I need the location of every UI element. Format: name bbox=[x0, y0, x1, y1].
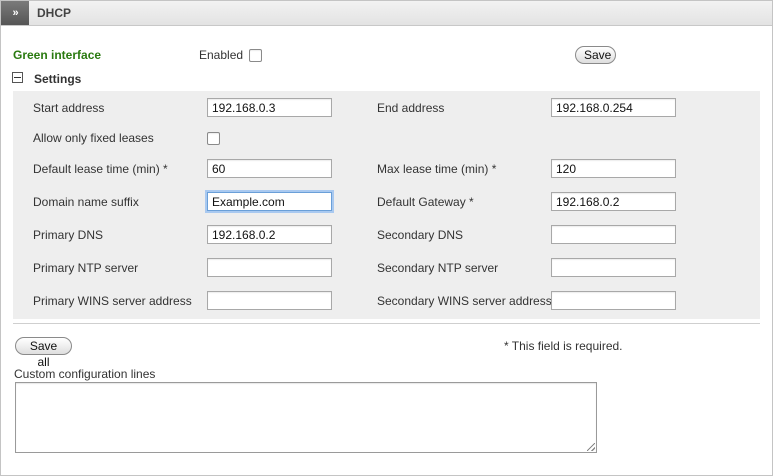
secondary-wins-label: Secondary WINS server address bbox=[377, 294, 552, 308]
collapse-icon[interactable] bbox=[12, 72, 23, 83]
interface-name: Green interface bbox=[13, 48, 102, 62]
save-button[interactable]: Save bbox=[575, 46, 616, 64]
primary-dns-input[interactable] bbox=[207, 225, 332, 244]
max-lease-label: Max lease time (min) * bbox=[377, 162, 497, 176]
section-divider bbox=[13, 323, 760, 324]
start-address-label: Start address bbox=[33, 101, 105, 115]
required-field-note: * This field is required. bbox=[504, 339, 623, 353]
secondary-ntp-input[interactable] bbox=[551, 258, 676, 277]
primary-dns-label: Primary DNS bbox=[33, 228, 104, 242]
settings-section-label: Settings bbox=[34, 72, 82, 86]
secondary-dns-label: Secondary DNS bbox=[377, 228, 464, 242]
domain-suffix-input[interactable] bbox=[207, 192, 332, 211]
allow-fixed-leases-label: Allow only fixed leases bbox=[33, 131, 154, 145]
primary-wins-input[interactable] bbox=[207, 291, 332, 310]
max-lease-input[interactable] bbox=[551, 159, 676, 178]
start-address-input[interactable] bbox=[207, 98, 332, 117]
primary-ntp-input[interactable] bbox=[207, 258, 332, 277]
custom-config-textarea[interactable] bbox=[15, 382, 597, 453]
expand-toggle-icon[interactable]: » bbox=[1, 1, 29, 25]
default-lease-label: Default lease time (min) * bbox=[33, 162, 168, 176]
end-address-input[interactable] bbox=[551, 98, 676, 117]
panel-title: DHCP bbox=[37, 6, 72, 20]
default-lease-input[interactable] bbox=[207, 159, 332, 178]
secondary-ntp-label: Secondary NTP server bbox=[377, 261, 499, 275]
save-all-button[interactable]: Save all bbox=[15, 337, 72, 369]
custom-config-label: Custom configuration lines bbox=[14, 367, 156, 381]
panel-titlebar: » DHCP bbox=[1, 1, 772, 26]
secondary-wins-input[interactable] bbox=[551, 291, 676, 310]
default-gateway-label: Default Gateway * bbox=[377, 195, 474, 209]
primary-ntp-label: Primary NTP server bbox=[33, 261, 139, 275]
primary-wins-label: Primary WINS server address bbox=[33, 294, 192, 308]
enabled-label: Enabled bbox=[199, 48, 244, 62]
dhcp-panel: » DHCP Green interface Enabled Save Sett… bbox=[0, 0, 773, 476]
end-address-label: End address bbox=[377, 101, 445, 115]
default-gateway-input[interactable] bbox=[551, 192, 676, 211]
secondary-dns-input[interactable] bbox=[551, 225, 676, 244]
resize-grip-icon[interactable] bbox=[587, 443, 595, 451]
enabled-checkbox[interactable] bbox=[249, 49, 262, 62]
domain-suffix-label: Domain name suffix bbox=[33, 195, 139, 209]
allow-fixed-leases-checkbox[interactable] bbox=[207, 132, 220, 145]
